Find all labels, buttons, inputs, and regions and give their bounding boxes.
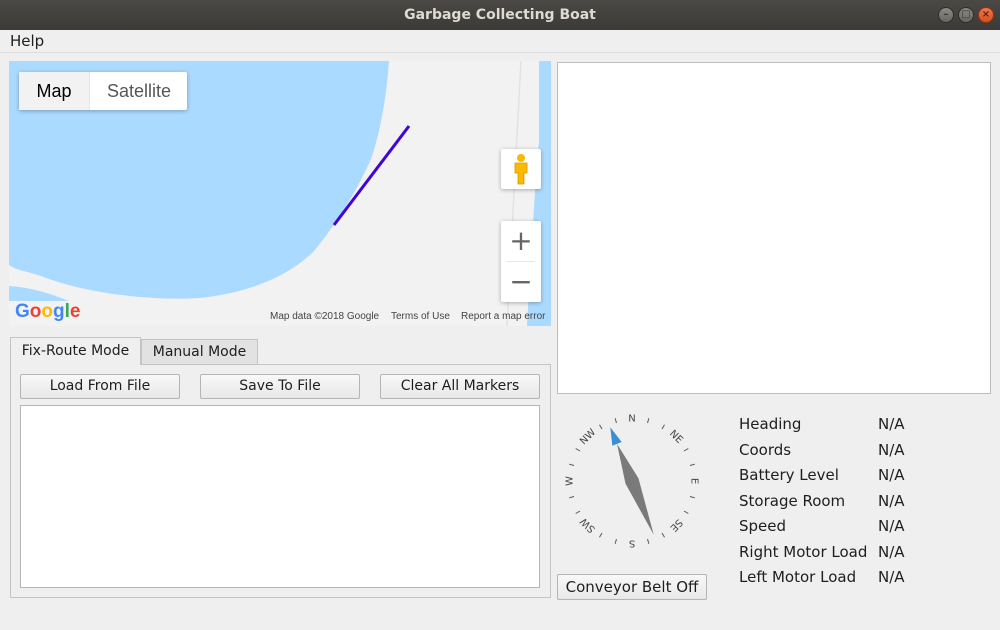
report-map-error-link[interactable]: Report a map error bbox=[461, 311, 545, 322]
compass-tick bbox=[689, 496, 695, 499]
compass-label: E bbox=[689, 478, 700, 484]
pegman-icon bbox=[514, 154, 528, 185]
google-logo-letter: o bbox=[29, 301, 42, 322]
compass-label: NW bbox=[578, 427, 598, 447]
map-view[interactable]: Map Satellite + − Google Map data ©2018 … bbox=[9, 61, 551, 326]
google-logo-letter: g bbox=[53, 301, 65, 322]
load-from-file-button[interactable]: Load From File bbox=[20, 374, 180, 399]
compass-tick bbox=[575, 510, 581, 514]
compass-tick bbox=[614, 418, 617, 424]
map-type-control: Map Satellite bbox=[19, 72, 187, 110]
zoom-out-button[interactable]: − bbox=[501, 262, 541, 302]
compass-needle-body bbox=[617, 443, 654, 535]
compass-label: SW bbox=[578, 515, 597, 534]
street-view-pegman[interactable] bbox=[501, 149, 541, 189]
telemetry-value: N/A bbox=[878, 568, 905, 586]
zoom-in-button[interactable]: + bbox=[501, 221, 541, 261]
map-type-satellite-button[interactable]: Satellite bbox=[89, 72, 188, 110]
tab-manual-mode[interactable]: Manual Mode bbox=[141, 339, 258, 364]
compass-tick bbox=[569, 463, 575, 466]
compass-needle-north bbox=[610, 427, 622, 446]
compass-needle bbox=[610, 427, 654, 535]
telemetry-label: Coords bbox=[739, 440, 792, 459]
telemetry-label: Heading bbox=[739, 415, 802, 433]
compass-label: S bbox=[629, 538, 635, 549]
menu-bar: Help bbox=[0, 30, 1000, 53]
markers-list[interactable] bbox=[20, 405, 540, 588]
compass-label: N bbox=[628, 414, 635, 425]
compass-tick bbox=[661, 424, 665, 430]
telemetry-label: Right Motor Load bbox=[739, 542, 868, 561]
compass-label: W bbox=[565, 476, 576, 486]
telemetry-label: Storage Room bbox=[739, 491, 846, 510]
telemetry-value: N/A bbox=[878, 517, 905, 535]
compass-dial: N NE E SE S SW W NW bbox=[565, 414, 700, 549]
google-logo-letter: e bbox=[69, 301, 81, 322]
telemetry-label: Left Motor Load bbox=[739, 568, 857, 586]
compass-tick bbox=[661, 532, 665, 538]
telemetry-label: Speed bbox=[739, 517, 787, 535]
compass-label: SE bbox=[667, 516, 684, 533]
map-attribution: Map data ©2018 Google bbox=[270, 311, 380, 322]
telemetry-value: N/A bbox=[878, 440, 905, 459]
telemetry-label: Battery Level bbox=[739, 466, 839, 484]
tab-fix-route-mode[interactable]: Fix-Route Mode bbox=[10, 337, 141, 365]
google-logo-letter: o bbox=[41, 301, 53, 322]
telemetry-value: N/A bbox=[878, 466, 905, 484]
maximize-icon[interactable]: □ bbox=[958, 7, 974, 23]
menu-help[interactable]: Help bbox=[10, 32, 44, 50]
camera-view bbox=[557, 62, 991, 394]
save-to-file-button[interactable]: Save To File bbox=[200, 374, 360, 399]
compass-tick bbox=[647, 538, 650, 544]
clear-all-markers-button[interactable]: Clear All Markers bbox=[380, 374, 540, 399]
close-icon[interactable]: × bbox=[978, 7, 994, 23]
compass-tick bbox=[689, 463, 695, 466]
compass-tick bbox=[599, 532, 603, 538]
minimize-icon[interactable]: – bbox=[938, 7, 954, 23]
telemetry-value: N/A bbox=[878, 542, 905, 561]
telemetry-value: N/A bbox=[878, 415, 905, 433]
compass-tick bbox=[614, 538, 617, 544]
google-logo[interactable]: Google bbox=[15, 301, 80, 323]
title-bar: Garbage Collecting Boat – □ × bbox=[0, 0, 1000, 30]
compass-label: NE bbox=[667, 428, 685, 446]
compass-tick bbox=[683, 448, 689, 452]
compass-tick bbox=[599, 424, 603, 430]
compass-tick bbox=[569, 496, 575, 499]
compass-tick bbox=[683, 510, 689, 514]
compass-tick bbox=[575, 448, 581, 452]
map-type-map-button[interactable]: Map bbox=[19, 72, 89, 110]
google-logo-letter: G bbox=[15, 301, 30, 322]
window-title: Garbage Collecting Boat bbox=[404, 7, 596, 23]
compass: N NE E SE S SW W NW bbox=[557, 406, 707, 560]
conveyor-belt-button[interactable]: Conveyor Belt Off bbox=[557, 574, 707, 600]
terms-of-use-link[interactable]: Terms of Use bbox=[391, 311, 450, 322]
telemetry-value: N/A bbox=[878, 491, 905, 510]
compass-tick bbox=[647, 418, 650, 424]
zoom-control: + − bbox=[501, 221, 541, 302]
